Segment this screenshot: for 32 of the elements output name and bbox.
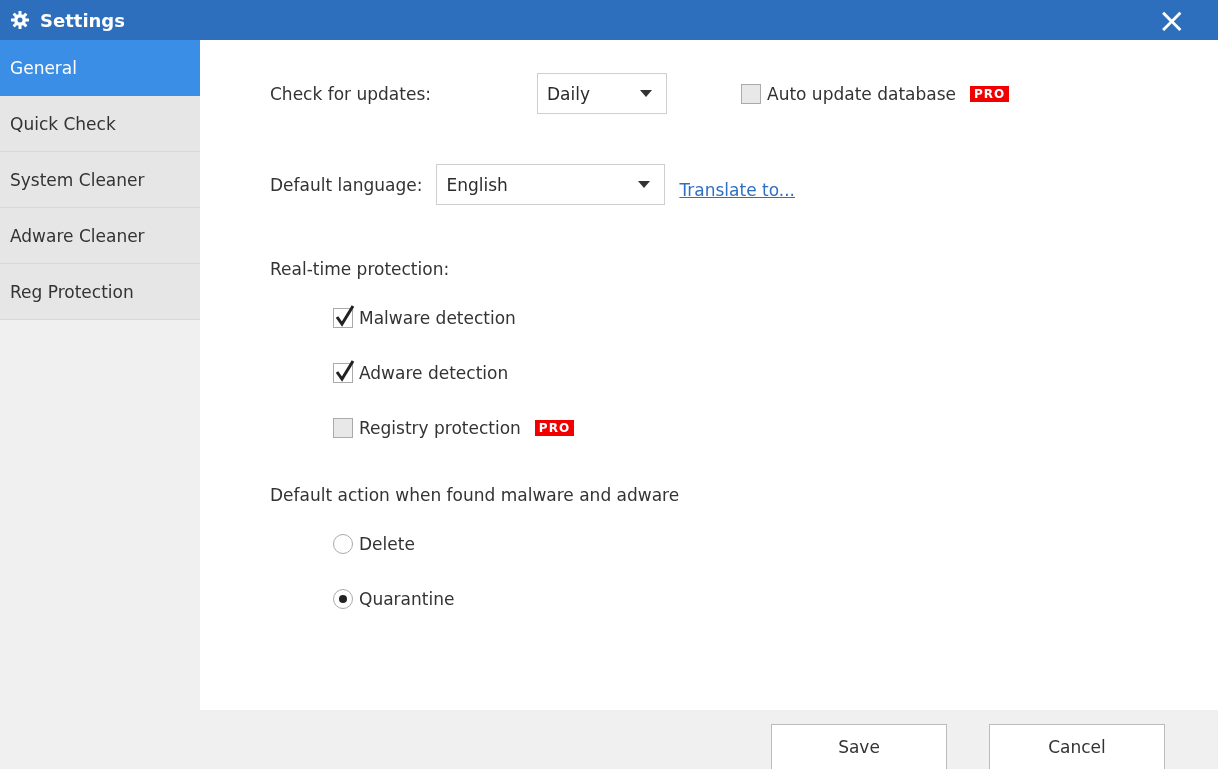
checkbox-label: Adware detection	[359, 363, 509, 383]
pro-badge: PRO	[970, 85, 1010, 102]
section-heading: Real-time protection:	[270, 259, 451, 279]
sidebar-item[interactable]: Reg Protection	[0, 264, 200, 320]
sidebar-item[interactable]: Adware Cleaner	[0, 208, 200, 264]
checkbox[interactable]	[333, 418, 353, 438]
dialog-button[interactable]: Cancel	[989, 724, 1165, 769]
setting-label: Default language:	[270, 174, 423, 195]
sidebar-item[interactable]: System Cleaner	[0, 152, 200, 208]
radio-button[interactable]	[333, 534, 353, 554]
checkbox[interactable]	[741, 83, 761, 104]
dropdown[interactable]: English	[436, 164, 666, 205]
radio-button[interactable]	[333, 589, 353, 609]
pro-badge: PRO	[534, 420, 575, 436]
close-button[interactable]: ×	[1145, 3, 1198, 37]
caret-icon	[638, 181, 651, 188]
checkbox-label: Auto update database	[767, 83, 956, 104]
checkbox-label: Malware detection	[359, 308, 516, 328]
sidebar-item[interactable]: Quick Check	[0, 96, 200, 152]
gear-icon	[10, 10, 30, 30]
checkbox[interactable]	[333, 363, 353, 383]
window-title: Settings	[40, 9, 125, 31]
translate-link[interactable]: Translate to...	[679, 179, 795, 200]
setting-label: Check for updates:	[270, 83, 432, 104]
dropdown[interactable]: Daily	[537, 73, 667, 114]
caret-icon	[640, 90, 652, 97]
checkbox-label: Registry protection	[359, 418, 521, 438]
checkbox[interactable]	[333, 308, 353, 328]
section-heading: Default action when found malware and adware	[270, 485, 681, 505]
radio-label: Delete	[359, 534, 415, 554]
radio-label: Quarantine	[359, 589, 455, 609]
dialog-button[interactable]: Save	[771, 724, 947, 769]
